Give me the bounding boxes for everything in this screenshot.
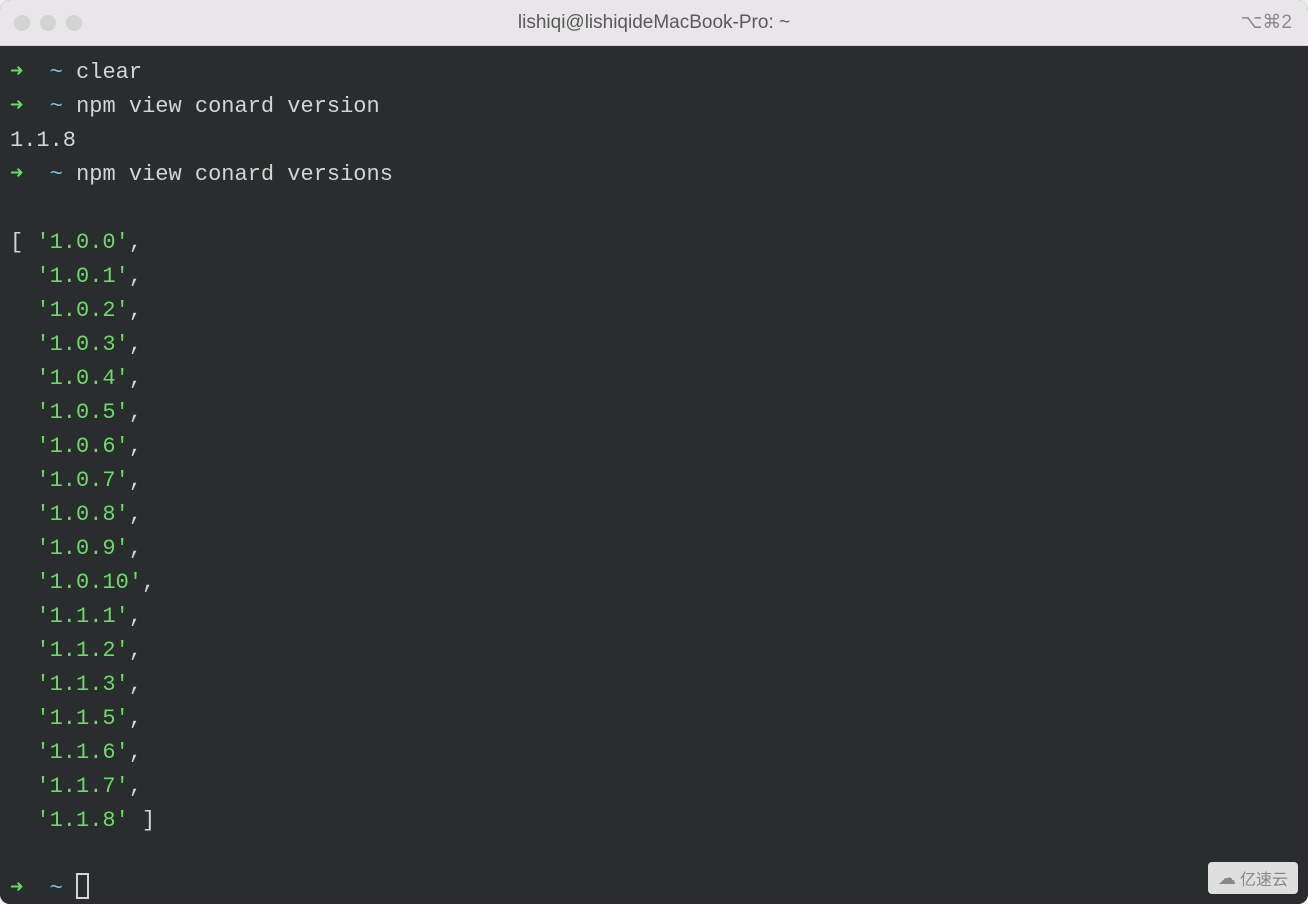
arrow-icon: ➜ [10,876,23,901]
version-item: [ '1.0.0', [10,226,1298,260]
close-button[interactable] [14,15,30,31]
prompt-line-1: ➜ ~ clear [10,56,1298,90]
arrow-icon: ➜ [10,162,23,187]
version-item: '1.0.10', [10,566,1298,600]
command-text: npm view conard versions [76,162,393,187]
version-item: '1.1.7', [10,770,1298,804]
version-item: '1.0.3', [10,328,1298,362]
cloud-icon: ☁ [1218,868,1236,889]
prompt-line-3: ➜ ~ npm view conard versions [10,158,1298,192]
version-item: '1.0.2', [10,294,1298,328]
output-line: 1.1.8 [10,124,1298,158]
watermark-text: 亿速云 [1240,866,1288,890]
watermark: ☁ 亿速云 [1208,862,1298,894]
prompt-line-cursor: ➜ ~ [10,872,1298,904]
version-item: '1.0.9', [10,532,1298,566]
version-item: '1.1.6', [10,736,1298,770]
version-item: '1.1.1', [10,600,1298,634]
maximize-button[interactable] [66,15,82,31]
arrow-icon: ➜ [10,60,23,85]
window-title: lishiqi@lishiqideMacBook-Pro: ~ [518,12,790,34]
prompt-line-2: ➜ ~ npm view conard version [10,90,1298,124]
arrow-icon: ➜ [10,94,23,119]
titlebar: lishiqi@lishiqideMacBook-Pro: ~ ⌥⌘2 [0,0,1308,46]
version-item: '1.1.3', [10,668,1298,702]
minimize-button[interactable] [40,15,56,31]
version-item: '1.1.8' ] [10,804,1298,838]
version-item: '1.0.4', [10,362,1298,396]
command-text: clear [76,60,142,85]
window-shortcut: ⌥⌘2 [1241,11,1292,34]
path-indicator: ~ [50,876,63,901]
command-text: npm view conard version [76,94,380,119]
path-indicator: ~ [50,94,63,119]
cursor [76,873,89,899]
version-item: '1.0.1', [10,260,1298,294]
version-item: '1.1.2', [10,634,1298,668]
window-controls [14,15,82,31]
path-indicator: ~ [50,162,63,187]
path-indicator: ~ [50,60,63,85]
terminal-content[interactable]: ➜ ~ clear ➜ ~ npm view conard version 1.… [0,46,1308,904]
version-item: '1.0.6', [10,430,1298,464]
version-item: '1.0.8', [10,498,1298,532]
blank-line [10,838,1298,872]
version-item: '1.1.5', [10,702,1298,736]
versions-array-output: [ '1.0.0', '1.0.1', '1.0.2', '1.0.3', '1… [10,226,1298,838]
blank-line [10,192,1298,226]
terminal-window: lishiqi@lishiqideMacBook-Pro: ~ ⌥⌘2 ➜ ~ … [0,0,1308,904]
version-item: '1.0.7', [10,464,1298,498]
version-item: '1.0.5', [10,396,1298,430]
